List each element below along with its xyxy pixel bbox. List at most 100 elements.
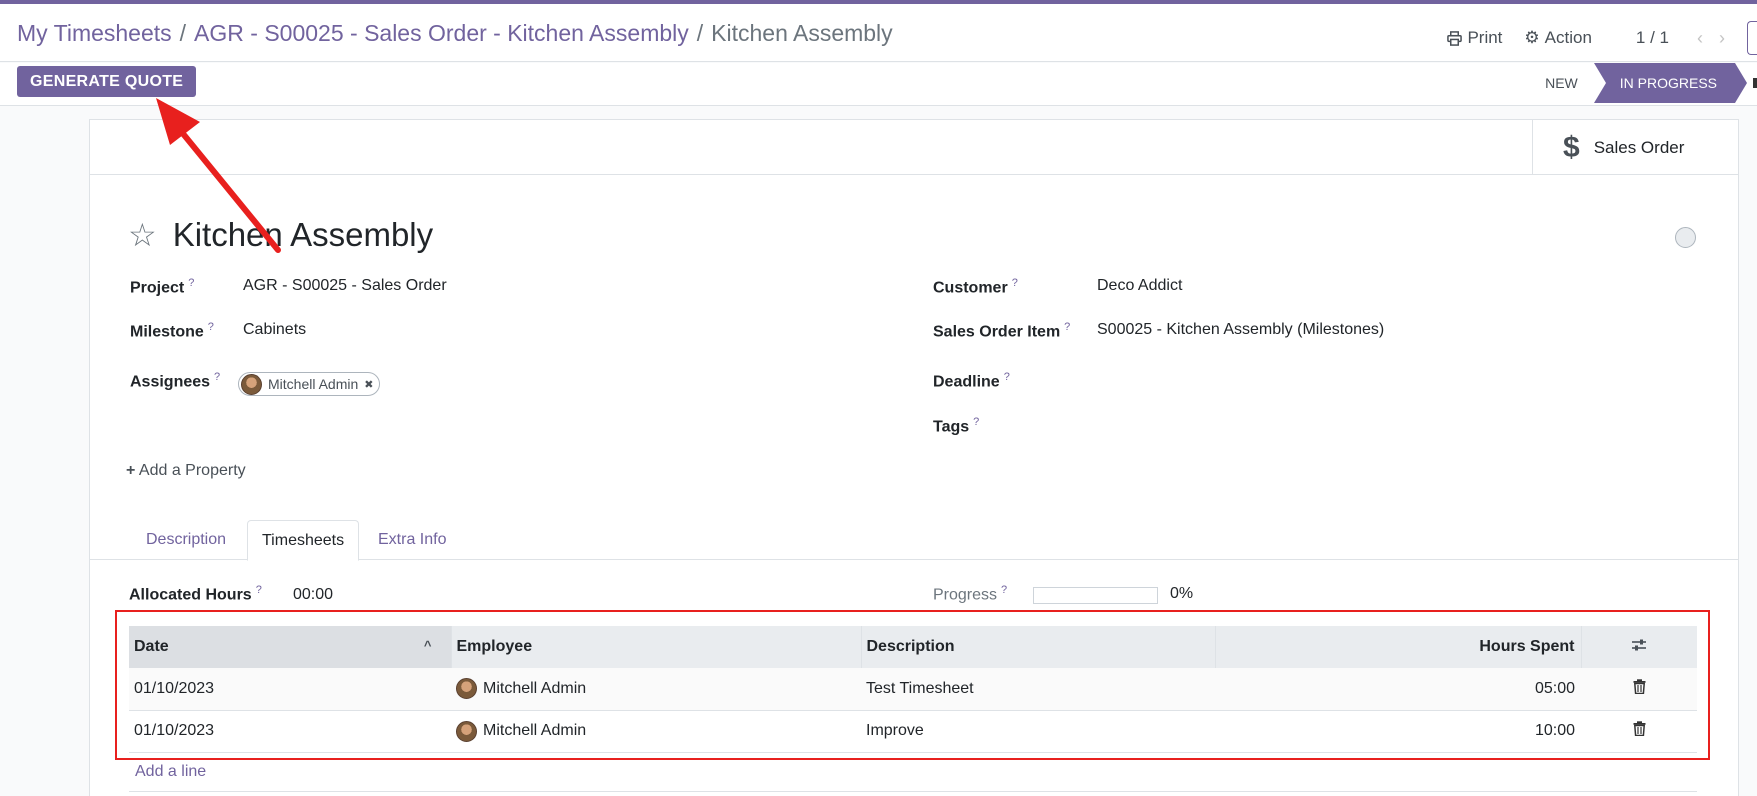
allocated-hours-field: Allocated Hours? 00:00 <box>129 584 333 604</box>
add-line-link[interactable]: Add a line <box>135 763 206 781</box>
avatar <box>456 720 477 742</box>
cell-description[interactable]: Test Timesheet <box>861 668 1215 711</box>
assignee-tag[interactable]: Mitchell Admin ✖ <box>238 372 381 396</box>
cell-hours-spent[interactable]: 10:00 <box>1215 710 1581 753</box>
table-header-row: Date ^ Employee Description Hours Spent <box>129 626 1697 668</box>
sales-order-item-label: Sales Order Item? <box>933 321 1071 341</box>
cell-date[interactable]: 01/10/2023 <box>129 668 451 711</box>
employee-name: Mitchell Admin <box>483 679 587 697</box>
sliders-icon <box>1632 639 1647 650</box>
chevron-left-icon[interactable]: ‹ <box>1697 28 1703 49</box>
generate-quote-button[interactable]: GENERATE QUOTE <box>17 66 197 97</box>
table-bottom-divider <box>129 791 1697 792</box>
breadcrumb-my-timesheets[interactable]: My Timesheets <box>17 20 172 46</box>
sales-order-smart-button[interactable]: $ Sales Order <box>1532 120 1738 175</box>
printer-icon <box>1447 30 1463 46</box>
timesheet-table: Date ^ Employee Description Hours Spent 0… <box>129 626 1697 753</box>
stage-new[interactable]: NEW <box>1529 63 1594 103</box>
deadline-label: Deadline? <box>933 371 1010 391</box>
action-label: Action <box>1544 28 1592 47</box>
avatar <box>456 678 477 700</box>
help-icon[interactable]: ? <box>1064 321 1070 333</box>
help-icon[interactable]: ? <box>256 584 262 596</box>
help-icon[interactable]: ? <box>208 321 214 333</box>
sales-order-label: Sales Order <box>1593 137 1685 157</box>
project-value[interactable]: AGR - S00025 - Sales Order <box>243 277 447 295</box>
assignees-label: Assignees? <box>130 371 221 391</box>
column-hours-spent[interactable]: Hours Spent <box>1214 626 1581 668</box>
progress-bar <box>1033 587 1158 604</box>
breadcrumb-project[interactable]: AGR - S00025 - Sales Order - Kitchen Ass… <box>194 20 689 46</box>
milestone-field: Milestone? Cabinets <box>130 321 306 341</box>
column-date[interactable]: Date ^ <box>129 626 451 668</box>
task-title[interactable]: Kitchen Assembly <box>173 216 433 254</box>
sales-order-item-value[interactable]: S00025 - Kitchen Assembly (Milestones) <box>1097 321 1384 339</box>
tab-extra-info[interactable]: Extra Info <box>364 520 460 560</box>
pager-value[interactable]: 1 / 1 <box>1636 28 1669 48</box>
stage-in-progress[interactable]: IN PROGRESS <box>1593 63 1748 103</box>
cell-delete <box>1581 710 1697 753</box>
help-icon[interactable]: ? <box>1004 371 1010 383</box>
cell-date[interactable]: 01/10/2023 <box>129 710 451 753</box>
project-label: Project? <box>130 277 195 297</box>
plus-icon: + <box>126 462 136 479</box>
allocated-hours-value[interactable]: 00:00 <box>293 586 333 604</box>
sort-ascending-icon: ^ <box>423 638 432 653</box>
sales-order-item-field: Sales Order Item? S00025 - Kitchen Assem… <box>933 321 1384 341</box>
customer-value[interactable]: Deco Addict <box>1097 277 1182 295</box>
assignees-field: Assignees? <box>130 371 220 391</box>
star-icon[interactable]: ☆ <box>128 219 157 251</box>
tab-description[interactable]: Description <box>132 520 240 560</box>
tags-field: Tags? <box>933 416 979 436</box>
cell-employee[interactable]: Mitchell Admin <box>451 710 861 753</box>
project-field: Project? AGR - S00025 - Sales Order <box>130 277 447 297</box>
help-icon[interactable]: ? <box>214 371 220 383</box>
control-bar: GENERATE QUOTE NEW IN PROGRESS <box>0 63 1757 106</box>
progress-label: Progress? <box>933 584 1008 604</box>
column-description[interactable]: Description <box>860 626 1215 668</box>
help-icon[interactable]: ? <box>1001 584 1007 596</box>
table-row[interactable]: 01/10/2023 Mitchell Admin Test Timesheet… <box>129 668 1697 711</box>
deadline-field: Deadline? <box>933 371 1010 391</box>
cell-hours-spent[interactable]: 05:00 <box>1215 668 1581 711</box>
trash-icon[interactable] <box>1633 721 1646 737</box>
customer-label: Customer? <box>933 277 1018 297</box>
stage-statusbar: NEW IN PROGRESS <box>1529 63 1757 103</box>
breadcrumb-separator: / <box>179 20 187 46</box>
action-button[interactable]: ⚙ Action <box>1524 28 1592 48</box>
progress-field: Progress? <box>933 584 1007 604</box>
help-icon[interactable]: ? <box>188 277 194 289</box>
milestone-label: Milestone? <box>130 321 214 341</box>
trash-icon[interactable] <box>1633 679 1646 694</box>
breadcrumb: My Timesheets / AGR - S00025 - Sales Order… <box>17 20 893 47</box>
assignee-name: Mitchell Admin <box>268 376 359 392</box>
add-property-button[interactable]: + Add a Property <box>126 462 246 480</box>
table-row[interactable]: 01/10/2023 Mitchell Admin Improve 10:00 <box>129 710 1697 753</box>
breadcrumb-separator: / <box>696 20 704 46</box>
tab-timesheets[interactable]: Timesheets <box>247 520 360 561</box>
optional-columns-toggle[interactable] <box>1580 626 1697 668</box>
smart-button-box: $ Sales Order <box>90 120 1738 175</box>
help-icon[interactable]: ? <box>1012 277 1018 289</box>
help-icon[interactable]: ? <box>973 416 979 428</box>
print-button[interactable]: Print <box>1447 28 1502 48</box>
cell-delete <box>1581 668 1697 711</box>
customer-field: Customer? Deco Addict <box>933 277 1182 297</box>
avatar <box>241 373 262 395</box>
tags-label: Tags? <box>933 416 980 436</box>
print-label: Print <box>1467 28 1503 47</box>
remove-tag-icon[interactable]: ✖ <box>364 378 373 391</box>
header-actions: Print ⚙ Action 1 / 1 ‹ › <box>1447 21 1757 55</box>
employee-name: Mitchell Admin <box>483 722 587 739</box>
kanban-state-icon[interactable] <box>1675 227 1696 248</box>
dollar-icon: $ <box>1563 130 1580 164</box>
stage-overflow <box>1753 78 1757 88</box>
cell-employee[interactable]: Mitchell Admin <box>451 668 861 711</box>
column-employee[interactable]: Employee <box>450 626 861 668</box>
gear-icon: ⚙ <box>1524 28 1540 47</box>
header-edge-button[interactable] <box>1747 21 1757 55</box>
chevron-right-icon[interactable]: › <box>1719 28 1725 49</box>
milestone-value[interactable]: Cabinets <box>243 321 306 339</box>
progress-value: 0% <box>1170 585 1194 602</box>
cell-description[interactable]: Improve <box>861 710 1215 753</box>
